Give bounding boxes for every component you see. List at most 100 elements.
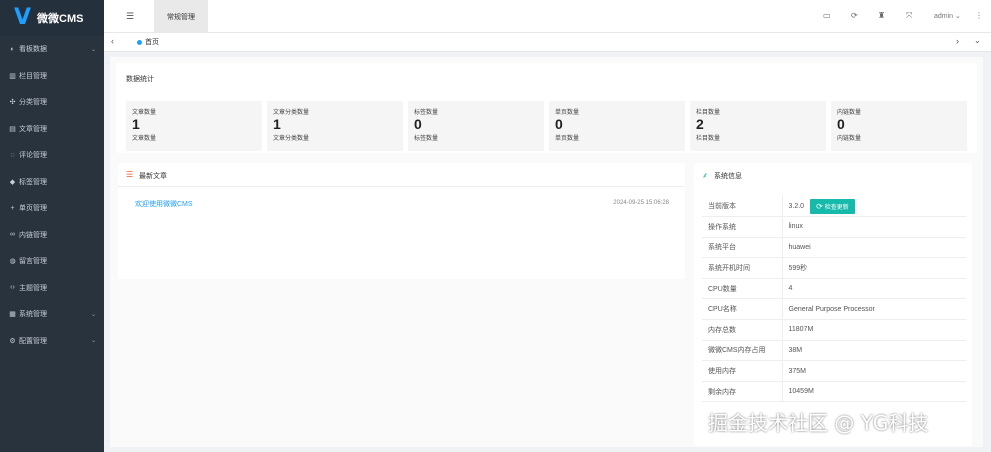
info-value: 11807M [782,319,966,341]
info-value: 599秒 [782,257,966,279]
chevron-down-icon[interactable]: ⌄ [974,36,981,45]
page-tabs-bar: ‹ 首页 › ⌄ [104,33,991,52]
chevron-down-icon: ⌄ [90,338,96,345]
main-content: 数据统计 文章数量 1 文章数量 文章分类数量 1 文章分类数量 标签数量 0 … [110,57,983,447]
logo-text: 微微CMS [37,13,84,25]
stat-box: 标签数量 0 标签数量 [408,101,544,151]
article-date: 2024-09-25 15:06:28 [613,200,669,206]
table-row: 系统平台 huawei [702,237,966,259]
fullscreen-icon[interactable]: ⤧ [906,11,912,21]
table-row: CPU数量 4 [702,278,966,300]
info-key: 当前版本 [702,196,783,218]
more-vertical-icon[interactable]: ⋮ [975,11,983,20]
dashboard-icon: ◐ [10,45,15,53]
sidebar-item-dashboard[interactable]: ◐ 看板数据 ⌄ [0,36,104,63]
stat-sub: 标签数量 [414,136,439,142]
sidebar-item-config[interactable]: ⚙ 配置管理 ⌄ [0,328,104,355]
info-key: CPU数量 [702,278,783,300]
config-icon: ⚙ [9,337,16,345]
refresh-icon[interactable]: ⟳ [851,11,858,20]
sidebar-item-label: 系统管理 [19,311,47,319]
tab-home-label: 首页 [145,39,159,46]
stat-title: 单页数量 [555,110,580,116]
sidebar-item-comments[interactable]: ◌ 评论管理 [0,142,104,169]
sidebar-item-tags[interactable]: ◆ 标签管理 [0,169,104,196]
info-key: 剩余内存 [702,381,783,403]
top-header: ☰ 常规管理 ▭ ⟳ ♜ ⤧ admin ⌄ ⋮ [104,0,991,33]
table-row: CPU名称 General Purpose Processor [702,298,966,321]
watermark: 掘金技术社区 @ YG科技 [708,411,929,435]
list-icon: ☰ [126,170,134,179]
info-key: CPU名称 [702,298,783,321]
logo[interactable]: V 微微CMS [0,0,104,36]
user-menu[interactable]: admin ⌄ [934,12,961,20]
stat-box: 文章数量 1 文章数量 [126,101,262,151]
table-row: 操作系统 linux [702,216,966,238]
stats-title: 数据统计 [126,76,154,83]
sidebar-item-category[interactable]: ✣ 分类管理 [0,89,104,116]
info-value: 4 [782,278,966,300]
info-value: 38M [782,340,966,362]
columns-icon: ▥ [9,72,16,80]
stat-value: 1 [273,116,281,132]
table-row: 当前版本 3.2.0 ⟳ 检查更新 [702,196,966,218]
stat-value: 2 [696,116,704,132]
tag-icon: ◆ [9,178,16,186]
info-key: 系统开机时间 [702,257,783,279]
code-icon: ‹› [10,284,15,292]
info-value: linux [782,216,966,238]
active-dot-icon [137,39,142,45]
leaf-icon: ⸙ [702,171,708,180]
info-key: 系统平台 [702,237,783,259]
chevron-right-icon[interactable]: › [956,36,959,46]
stats-card: 数据统计 文章数量 1 文章数量 文章分类数量 1 文章分类数量 标签数量 0 … [116,63,977,153]
category-icon: ✣ [9,99,16,107]
article-icon: ▤ [9,125,16,133]
info-value: General Purpose Processor [782,298,966,321]
stat-sub: 栏目数量 [696,136,721,142]
sidebar-item-label: 分类管理 [19,99,47,107]
stat-title: 内链数量 [837,110,862,116]
sidebar-item-articles[interactable]: ▤ 文章管理 [0,116,104,143]
stat-sub: 单页数量 [555,136,580,142]
tab-home[interactable]: 首页 [137,37,159,47]
sidebar-item-label: 配置管理 [19,337,47,345]
stat-value: 0 [414,116,422,132]
info-value: 3.2.0 [788,202,805,210]
trash-icon[interactable]: ♜ [878,11,885,20]
table-row: 系统开机时间 599秒 [702,257,966,279]
stat-value: 1 [132,116,140,132]
refresh-icon: ⟳ [816,201,823,211]
info-key: 内存总数 [702,319,783,341]
link-icon: ∞ [10,231,15,239]
stat-title: 文章数量 [132,110,157,116]
stat-box: 栏目数量 2 栏目数量 [690,101,826,151]
info-value-cell: 3.2.0 ⟳ 检查更新 [782,196,966,218]
menu-toggle-icon[interactable]: ☰ [126,11,134,22]
info-key: 操作系统 [702,216,783,238]
tab-general-management[interactable]: 常规管理 [154,0,208,33]
table-row: 剩余内存 10459M [702,381,966,403]
stat-value: 0 [555,116,563,132]
article-link[interactable]: 欢迎使用微微CMS [135,199,193,209]
sidebar-item-pages[interactable]: + 单页管理 [0,195,104,222]
stat-sub: 文章数量 [132,136,157,142]
info-value: 375M [782,360,966,382]
table-row: 使用内存 375M [702,360,966,382]
check-update-button[interactable]: ⟳ 检查更新 [810,198,855,214]
monitor-icon[interactable]: ▭ [823,11,831,20]
info-key: 微微CMS内存占用 [702,340,783,362]
comment-icon: ◌ [10,151,15,159]
sidebar-item-messages[interactable]: ◍ 留言管理 [0,248,104,275]
sidebar-item-columns[interactable]: ▥ 栏目管理 [0,63,104,90]
sidebar-item-links[interactable]: ∞ 内链管理 [0,222,104,249]
sidebar-item-themes[interactable]: ‹› 主题管理 [0,275,104,302]
system-info-header: ⸙ 系统信息 [694,163,972,187]
username: admin [934,13,954,20]
stat-box: 文章分类数量 1 文章分类数量 [267,101,403,151]
check-update-label: 检查更新 [824,204,849,211]
logo-mark: V [14,5,32,30]
chevron-left-icon[interactable]: ‹ [111,36,114,46]
sidebar-item-label: 栏目管理 [19,72,47,80]
sidebar-item-system[interactable]: ▦ 系统管理 ⌄ [0,301,104,328]
